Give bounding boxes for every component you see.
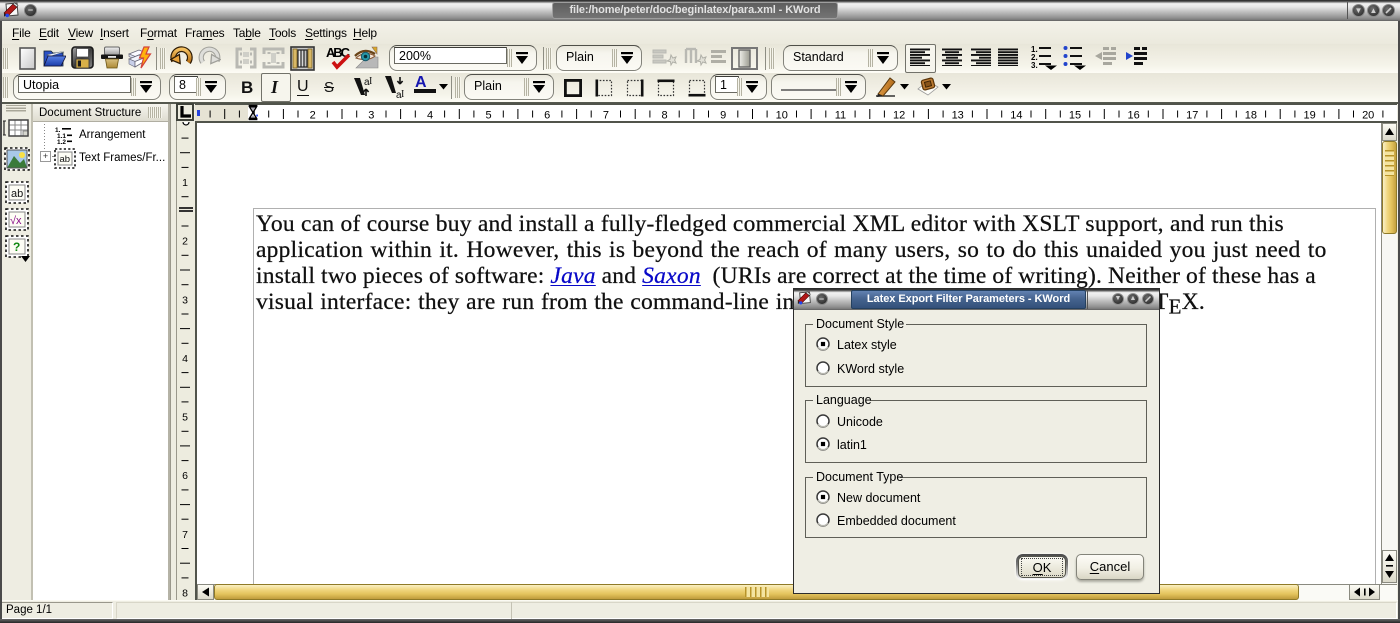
svg-text:7: 7: [182, 529, 188, 541]
svg-text:√x: √x: [10, 215, 22, 227]
svg-text:?: ?: [13, 240, 20, 254]
svg-text:6: 6: [182, 470, 188, 482]
svg-text:3.: 3.: [1031, 61, 1038, 70]
svg-text:1.2: 1.2: [57, 139, 66, 144]
svg-text:ab: ab: [11, 188, 23, 200]
svg-text:4: 4: [182, 353, 188, 365]
svg-text:5: 5: [182, 412, 188, 424]
svg-text:I: I: [369, 76, 372, 87]
svg-text:1: 1: [182, 177, 188, 189]
svg-text:ab: ab: [60, 154, 71, 165]
svg-text:I: I: [401, 89, 404, 99]
svg-text:3: 3: [182, 294, 188, 306]
svg-text:8: 8: [182, 588, 188, 600]
svg-text:2: 2: [182, 236, 188, 248]
